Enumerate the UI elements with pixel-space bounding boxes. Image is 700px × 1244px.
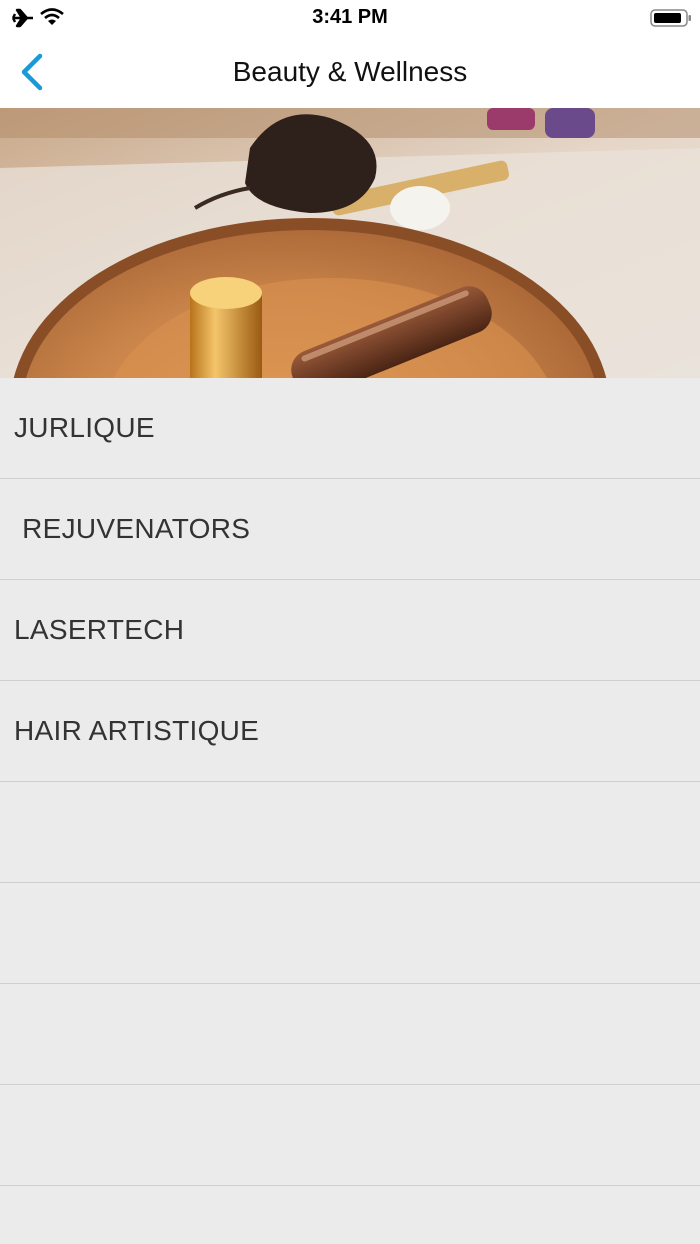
empty-row bbox=[0, 1085, 700, 1186]
list-item-label: HAIR ARTISTIQUE bbox=[14, 715, 260, 746]
list-item-label: REJUVENATORS bbox=[14, 513, 251, 544]
list-item[interactable]: REJUVENATORS bbox=[0, 479, 700, 580]
list-item[interactable]: LASERTECH bbox=[0, 580, 700, 681]
brand-list: JURLIQUE REJUVENATORS LASERTECH HAIR ART… bbox=[0, 378, 700, 1186]
list-item[interactable]: JURLIQUE bbox=[0, 378, 700, 479]
list-item[interactable]: HAIR ARTISTIQUE bbox=[0, 681, 700, 782]
navigation-bar: Beauty & Wellness bbox=[0, 36, 700, 109]
empty-row bbox=[0, 984, 700, 1085]
hero-image bbox=[0, 108, 700, 378]
empty-row bbox=[0, 782, 700, 883]
list-item-label: LASERTECH bbox=[14, 614, 185, 645]
status-time: 3:41 PM bbox=[312, 6, 388, 28]
list-item-label: JURLIQUE bbox=[14, 412, 155, 443]
empty-row bbox=[0, 883, 700, 984]
battery-icon bbox=[650, 9, 691, 27]
page-title: Beauty & Wellness bbox=[232, 56, 468, 87]
status-bar: 3:41 PM bbox=[0, 0, 700, 36]
